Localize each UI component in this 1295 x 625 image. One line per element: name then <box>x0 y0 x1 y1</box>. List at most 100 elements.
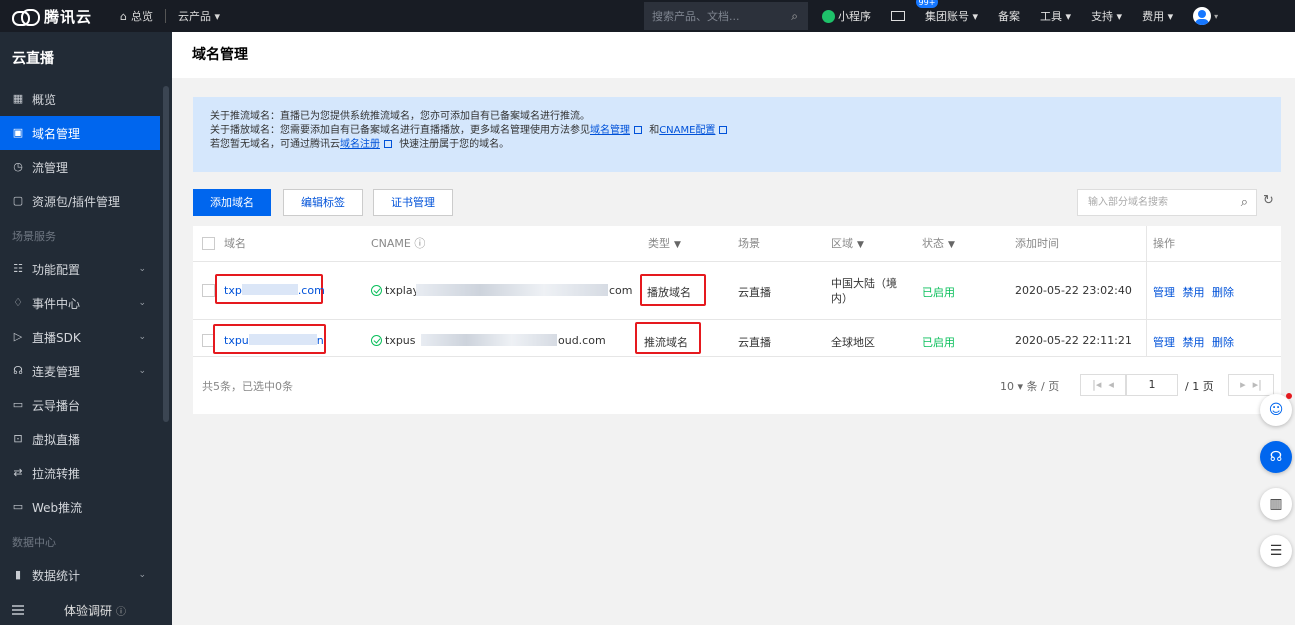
mail-button[interactable] <box>891 11 905 21</box>
chevron-down-icon: ⌄ <box>138 570 146 580</box>
cname-suffix: oud.com <box>558 334 606 347</box>
sidebar-item-stream-management[interactable]: ◷ 流管理 <box>0 150 160 184</box>
sidebar-item-live-sdk[interactable]: ▷ 直播SDK ⌄ <box>0 320 160 354</box>
column-divider <box>1146 226 1147 356</box>
domain-type: 播放域名 <box>647 286 691 299</box>
domain-link[interactable]: txpu n <box>224 334 324 347</box>
docs-button[interactable]: ▥ <box>1260 488 1292 520</box>
added-time: 2020-05-22 23:02:40 <box>1015 284 1132 297</box>
mini-program-label: 小程序 <box>838 10 871 23</box>
tencent-cloud-logo[interactable]: 腾讯云 <box>0 6 108 27</box>
page-size-select[interactable]: 10 ▾ 条 / 页 <box>1000 378 1059 394</box>
sidebar-item-domain-management[interactable]: ▣ 域名管理 <box>0 116 160 150</box>
sidebar-item-cloud-director[interactable]: ▭ 云导播台 <box>0 388 160 422</box>
sidebar-item-label: 功能配置 <box>32 262 81 277</box>
sidebar-item-co-anchoring[interactable]: ☊ 连麦管理 ⌄ <box>0 354 160 388</box>
filter-icon[interactable]: ▼ <box>674 240 681 250</box>
delete-link[interactable]: 删除 <box>1212 336 1234 349</box>
sidebar-item-data-statistics[interactable]: ▮ 数据统计 ⌄ <box>0 558 160 592</box>
next-last-page-buttons[interactable]: ▸ ▸| <box>1228 374 1274 396</box>
cert-management-button[interactable]: 证书管理 <box>373 189 453 216</box>
sidebar-group-data-center: 数据中心 <box>12 536 56 549</box>
filter-icon[interactable]: ▼ <box>948 240 955 250</box>
support-menu[interactable]: 支持 ▾ <box>1091 8 1122 24</box>
info-notice: 关于推流域名：直播已为您提供系统推流域名，您亦可添加自有已备案域名进行推流。 关… <box>193 97 1281 172</box>
settings-icon: ☷ <box>13 262 23 275</box>
sidebar-item-label: 域名管理 <box>32 126 81 141</box>
outline-button[interactable]: ☰ <box>1260 535 1292 567</box>
group-account-menu[interactable]: 集团账号 ▾ <box>925 8 978 24</box>
sidebar-item-feature-config[interactable]: ☷ 功能配置 ⌄ <box>0 252 160 286</box>
add-domain-button[interactable]: 添加域名 <box>193 189 271 216</box>
web-icon: ▭ <box>12 500 24 513</box>
header-actions: 操作 <box>1153 237 1175 250</box>
info-icon[interactable]: ⓘ <box>414 237 425 250</box>
cname-prefix: txplay <box>385 284 420 297</box>
chevron-down-icon: ⌄ <box>138 264 146 274</box>
sidebar-item-label: 云导播台 <box>32 398 81 413</box>
overview-link[interactable]: ⌂ 总览 <box>108 8 165 24</box>
sidebar-scrollbar[interactable] <box>163 86 169 422</box>
edit-tags-button[interactable]: 编辑标签 <box>283 189 363 216</box>
global-search-input[interactable]: 搜索产品、文档... ⌕ <box>644 2 808 30</box>
header-status-label: 状态 <box>922 237 944 250</box>
mini-program-link[interactable]: 小程序 <box>822 8 871 24</box>
redacted-block <box>421 334 557 346</box>
domain-register-link[interactable]: 域名注册 <box>340 139 380 150</box>
sidebar-item-web-push[interactable]: ▭ Web推流 <box>0 490 160 524</box>
disable-link[interactable]: 禁用 <box>1183 336 1205 349</box>
user-menu[interactable]: ▾ <box>1193 7 1218 25</box>
notice-text: 和 <box>649 125 660 136</box>
chevron-down-icon: ⌄ <box>138 332 146 342</box>
bar-chart-icon: ▮ <box>14 568 22 581</box>
sidebar-item-event-center[interactable]: ♢ 事件中心 ⌄ <box>0 286 160 320</box>
sidebar-item-relay-push[interactable]: ⇄ 拉流转推 <box>0 456 160 490</box>
sidebar-item-virtual-live[interactable]: ⊡ 虚拟直播 <box>0 422 160 456</box>
domain-prefix: txp <box>224 284 242 297</box>
header-type[interactable]: 类型 ▼ <box>648 226 681 261</box>
sidebar-group-scene-services: 场景服务 <box>12 230 56 243</box>
domain-suffix: .com <box>297 284 325 297</box>
record-link[interactable]: 备案 <box>998 8 1020 24</box>
refresh-icon[interactable]: ↻ <box>1263 193 1274 208</box>
home-icon: ⌂ <box>120 9 127 23</box>
sidebar-item-label: 连麦管理 <box>32 364 81 379</box>
help-icon: ⓘ <box>116 606 127 618</box>
added-time: 2020-05-22 22:11:21 <box>1015 334 1132 347</box>
domain-management-doc-link[interactable]: 域名管理 <box>590 125 630 136</box>
row-checkbox[interactable] <box>202 284 215 297</box>
filter-icon[interactable]: ▼ <box>857 240 864 250</box>
page-number-input[interactable]: 1 <box>1126 374 1178 396</box>
billing-menu[interactable]: 费用 ▾ <box>1142 8 1173 24</box>
sidebar-item-overview[interactable]: ▦ 概览 <box>0 82 160 116</box>
sidebar-item-package-management[interactable]: ▢ 资源包/插件管理 <box>0 184 160 218</box>
headset-icon: ☊ <box>1269 449 1283 465</box>
products-menu[interactable]: 云产品 ▾ <box>166 8 232 24</box>
mic-icon: ☊ <box>13 364 23 377</box>
header-status[interactable]: 状态 ▼ <box>922 226 955 261</box>
header-region[interactable]: 区域 ▼ <box>831 226 864 261</box>
disable-link[interactable]: 禁用 <box>1183 286 1205 299</box>
header-type-label: 类型 <box>648 237 670 250</box>
sidebar-item-label: 数据统计 <box>32 568 81 583</box>
survey-entry[interactable]: 体验调研 ⓘ <box>0 595 172 625</box>
virtual-icon: ⊡ <box>13 432 23 445</box>
cname-config-doc-link[interactable]: CNAME配置 <box>659 125 715 136</box>
mail-badge: 99+ <box>916 0 938 8</box>
domain-link[interactable]: txp .com <box>224 284 325 297</box>
header-cname: CNAME ⓘ <box>371 226 425 261</box>
bell-icon: ♢ <box>13 296 23 309</box>
manage-link[interactable]: 管理 <box>1153 286 1175 299</box>
select-all-checkbox[interactable] <box>202 237 215 250</box>
tools-menu[interactable]: 工具 ▾ <box>1040 8 1071 24</box>
manage-link[interactable]: 管理 <box>1153 336 1175 349</box>
page-title: 域名管理 <box>172 32 1295 78</box>
search-icon[interactable]: ⌕ <box>1241 190 1248 215</box>
first-prev-page-buttons[interactable]: |◂ ◂ <box>1080 374 1126 396</box>
monitor-icon: ▭ <box>12 398 24 411</box>
domain-search-input[interactable]: 输入部分域名搜索 ⌕ <box>1077 189 1257 216</box>
delete-link[interactable]: 删除 <box>1212 286 1234 299</box>
customer-service-button[interactable]: ☊ <box>1260 441 1292 473</box>
search-icon[interactable]: ⌕ <box>791 9 798 24</box>
stream-icon: ◷ <box>13 160 23 173</box>
